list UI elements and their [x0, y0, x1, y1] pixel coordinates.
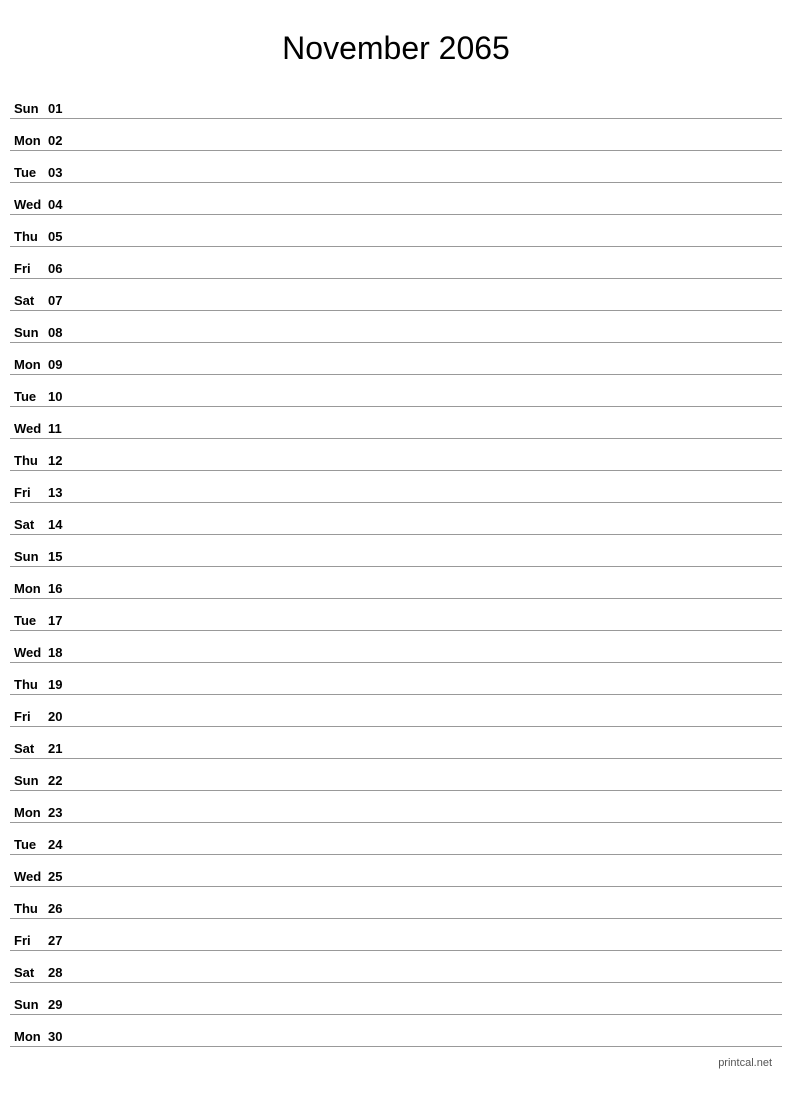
date-number: 28 [48, 965, 76, 980]
calendar-row: Tue10 [10, 375, 782, 407]
date-number: 14 [48, 517, 76, 532]
day-label: Thu [10, 229, 48, 244]
page-title: November 2065 [10, 20, 782, 67]
day-label: Sun [10, 549, 48, 564]
date-number: 27 [48, 933, 76, 948]
calendar-row: Wed04 [10, 183, 782, 215]
date-number: 29 [48, 997, 76, 1012]
calendar-row: Mon30 [10, 1015, 782, 1047]
day-label: Tue [10, 837, 48, 852]
day-label: Sun [10, 773, 48, 788]
day-label: Sun [10, 101, 48, 116]
date-number: 30 [48, 1029, 76, 1044]
calendar-row: Mon23 [10, 791, 782, 823]
calendar-row: Thu26 [10, 887, 782, 919]
date-number: 13 [48, 485, 76, 500]
day-label: Wed [10, 197, 48, 212]
date-number: 05 [48, 229, 76, 244]
date-number: 21 [48, 741, 76, 756]
day-label: Fri [10, 485, 48, 500]
calendar-row: Tue03 [10, 151, 782, 183]
day-label: Mon [10, 1029, 48, 1044]
date-number: 23 [48, 805, 76, 820]
day-label: Mon [10, 581, 48, 596]
calendar-row: Thu12 [10, 439, 782, 471]
date-number: 09 [48, 357, 76, 372]
date-number: 19 [48, 677, 76, 692]
day-label: Tue [10, 389, 48, 404]
date-number: 08 [48, 325, 76, 340]
calendar-row: Sun15 [10, 535, 782, 567]
date-number: 18 [48, 645, 76, 660]
calendar-row: Wed25 [10, 855, 782, 887]
calendar-row: Sun08 [10, 311, 782, 343]
date-number: 16 [48, 581, 76, 596]
day-label: Fri [10, 933, 48, 948]
calendar-row: Sun29 [10, 983, 782, 1015]
calendar-row: Sat14 [10, 503, 782, 535]
day-label: Wed [10, 645, 48, 660]
calendar-row: Sun22 [10, 759, 782, 791]
day-label: Fri [10, 709, 48, 724]
day-label: Fri [10, 261, 48, 276]
date-number: 11 [48, 421, 76, 436]
date-number: 20 [48, 709, 76, 724]
date-number: 06 [48, 261, 76, 276]
date-number: 24 [48, 837, 76, 852]
calendar-row: Wed18 [10, 631, 782, 663]
day-label: Wed [10, 869, 48, 884]
day-label: Sat [10, 293, 48, 308]
calendar-row: Thu05 [10, 215, 782, 247]
day-label: Sun [10, 997, 48, 1012]
calendar-container: Sun01Mon02Tue03Wed04Thu05Fri06Sat07Sun08… [10, 87, 782, 1047]
day-label: Sat [10, 965, 48, 980]
date-number: 22 [48, 773, 76, 788]
calendar-row: Fri27 [10, 919, 782, 951]
day-label: Thu [10, 453, 48, 468]
day-label: Tue [10, 613, 48, 628]
date-number: 15 [48, 549, 76, 564]
calendar-row: Fri13 [10, 471, 782, 503]
calendar-row: Tue17 [10, 599, 782, 631]
day-label: Tue [10, 165, 48, 180]
calendar-row: Thu19 [10, 663, 782, 695]
calendar-row: Mon09 [10, 343, 782, 375]
footer-credit: printcal.net [10, 1057, 782, 1069]
day-label: Mon [10, 133, 48, 148]
date-number: 26 [48, 901, 76, 916]
calendar-row: Sat28 [10, 951, 782, 983]
day-label: Mon [10, 805, 48, 820]
day-label: Sat [10, 741, 48, 756]
calendar-row: Sat07 [10, 279, 782, 311]
calendar-row: Mon16 [10, 567, 782, 599]
date-number: 12 [48, 453, 76, 468]
day-label: Thu [10, 677, 48, 692]
calendar-row: Mon02 [10, 119, 782, 151]
calendar-row: Sat21 [10, 727, 782, 759]
day-label: Mon [10, 357, 48, 372]
day-label: Wed [10, 421, 48, 436]
date-number: 07 [48, 293, 76, 308]
calendar-row: Fri06 [10, 247, 782, 279]
date-number: 01 [48, 101, 76, 116]
date-number: 03 [48, 165, 76, 180]
calendar-row: Wed11 [10, 407, 782, 439]
day-label: Sat [10, 517, 48, 532]
date-number: 10 [48, 389, 76, 404]
date-number: 25 [48, 869, 76, 884]
day-label: Thu [10, 901, 48, 916]
calendar-row: Tue24 [10, 823, 782, 855]
date-number: 04 [48, 197, 76, 212]
calendar-row: Sun01 [10, 87, 782, 119]
day-label: Sun [10, 325, 48, 340]
date-number: 02 [48, 133, 76, 148]
date-number: 17 [48, 613, 76, 628]
calendar-row: Fri20 [10, 695, 782, 727]
